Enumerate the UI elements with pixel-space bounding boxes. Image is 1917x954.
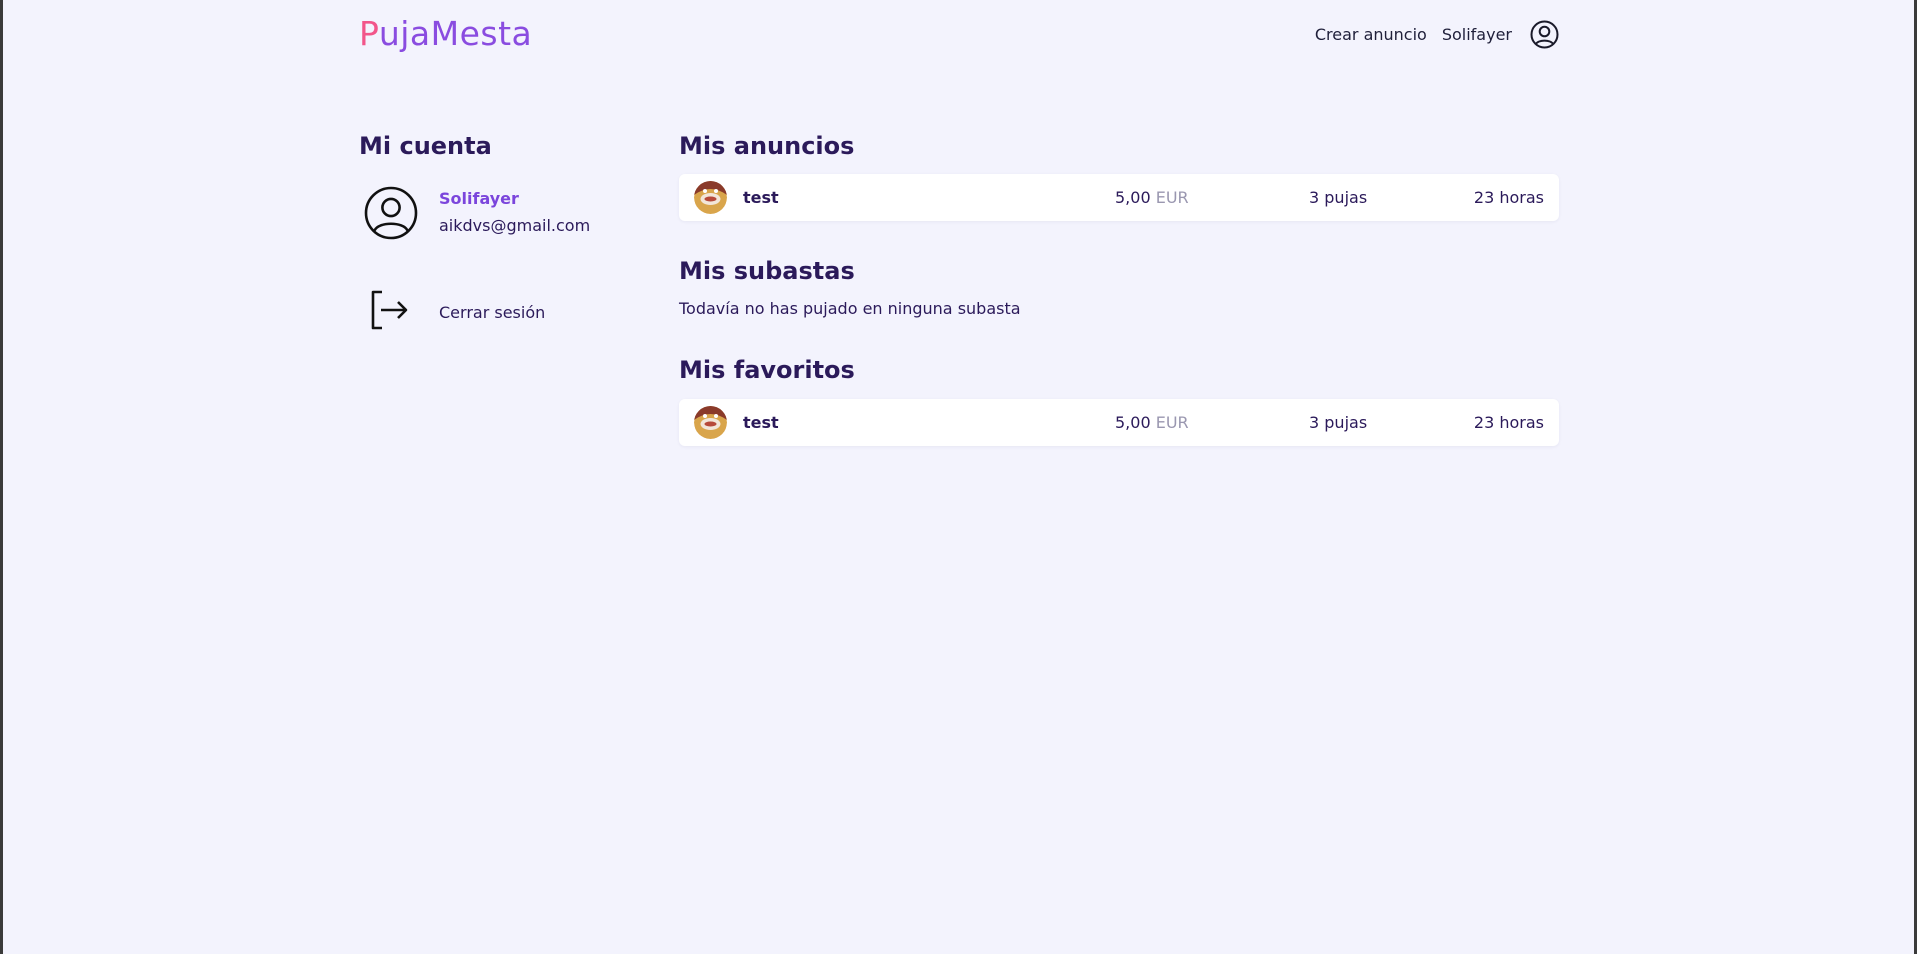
username-link[interactable]: Solifayer <box>1442 25 1512 44</box>
main-content: Mis anuncios test 5,00 EUR 3 pujas 23 ho… <box>679 132 1559 446</box>
item-bids: 3 pujas <box>1309 188 1368 207</box>
logo[interactable]: PujaMesta <box>359 14 532 53</box>
item-currency: EUR <box>1155 413 1189 432</box>
auctions-empty-message: Todavía no has pujado en ninguna subasta <box>679 299 1021 318</box>
profile-email: aikdvs@gmail.com <box>439 216 591 235</box>
my-ads-title: Mis anuncios <box>679 132 855 160</box>
logout-label: Cerrar sesión <box>439 302 546 322</box>
item-title: test <box>743 413 779 432</box>
item-currency: EUR <box>1155 188 1189 207</box>
create-ad-link[interactable]: Crear anuncio <box>1315 25 1427 44</box>
my-favorites-title: Mis favoritos <box>679 356 855 384</box>
user-avatar-icon <box>364 186 418 244</box>
logo-part-1: P <box>359 14 379 53</box>
user-circle-icon[interactable] <box>1530 20 1559 49</box>
item-time-left: 23 horas <box>1473 413 1544 432</box>
account-sidebar: Mi cuenta Solifayer aikdvs@gmail.com Cer… <box>359 132 659 330</box>
item-bids: 3 pujas <box>1309 413 1368 432</box>
item-thumbnail <box>694 406 727 439</box>
profile-name: Solifayer <box>439 189 519 208</box>
my-auctions-title: Mis subastas <box>679 257 855 285</box>
profile-card: Solifayer aikdvs@gmail.com <box>364 186 590 244</box>
item-price: 5,00 EUR <box>1115 188 1189 207</box>
logout-button[interactable]: Cerrar sesión <box>369 290 545 334</box>
item-time-left: 23 horas <box>1473 188 1544 207</box>
item-title: test <box>743 188 779 207</box>
item-price-value: 5,00 <box>1115 188 1151 207</box>
logo-part-2: ujaMesta <box>378 14 533 53</box>
item-price: 5,00 EUR <box>1115 413 1189 432</box>
favorite-row[interactable]: test 5,00 EUR 3 pujas 23 horas <box>679 399 1559 446</box>
header-nav: Crear anuncio Solifayer <box>1300 18 1559 50</box>
profile-text: Solifayer aikdvs@gmail.com <box>439 189 590 235</box>
page-container: PujaMesta Crear anuncio Solifayer Mi cue… <box>359 0 1559 954</box>
logout-icon <box>369 290 409 334</box>
item-price-value: 5,00 <box>1115 413 1151 432</box>
item-thumbnail <box>694 181 727 214</box>
account-title: Mi cuenta <box>359 132 492 160</box>
ad-row[interactable]: test 5,00 EUR 3 pujas 23 horas <box>679 174 1559 221</box>
